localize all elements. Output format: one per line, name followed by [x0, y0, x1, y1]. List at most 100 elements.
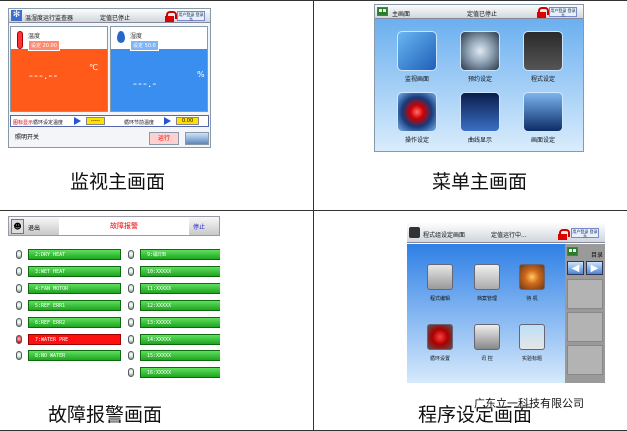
alarm-item[interactable]: 3:WET HEAT — [28, 265, 121, 277]
alarm-indicator-icon — [128, 250, 134, 259]
program-item-label[interactable]: 程式编辑 — [420, 295, 460, 302]
alarm-indicator-icon — [16, 266, 22, 276]
user-login-button[interactable]: 用户登录 登录无 — [177, 11, 205, 21]
temperature-panel: 温度 设定 20.00 ---.-- ℃ — [10, 26, 108, 112]
monitor-status: 定值已停止 — [100, 15, 131, 22]
cycle-hum-value[interactable]: 0.00 — [176, 117, 200, 125]
alarm-indicator-icon — [16, 300, 22, 310]
home-flag-icon — [377, 7, 388, 16]
light-switch-button[interactable]: 照明开关 — [11, 132, 43, 145]
alarm-item[interactable]: 14:XXXXX — [140, 333, 220, 345]
stop-label[interactable]: 停止 — [193, 222, 205, 231]
alarm-indicator-icon — [128, 266, 134, 276]
side-slot — [567, 279, 603, 309]
menu-screen: 主画面 定值已停止 用户登录 登录无 监视画面 预约设定 程式设定操作设定 曲线显示画… — [374, 4, 584, 152]
cycle-temp-value[interactable]: ----- — [86, 117, 106, 125]
alarm-item[interactable]: 10:XXXXX — [140, 265, 220, 277]
arrow-left-button[interactable]: ◀ — [567, 261, 584, 275]
program-icon[interactable] — [523, 31, 563, 71]
alarm-item[interactable]: 13:XXXXX — [140, 316, 220, 328]
droplet-icon — [117, 31, 125, 43]
folder-icon[interactable] — [474, 264, 500, 290]
clock-icon[interactable] — [460, 31, 500, 71]
menu-item-label[interactable]: 曲线显示 — [450, 135, 510, 144]
program-item-label[interactable]: 档案管理 — [467, 295, 507, 302]
cycle-icon[interactable] — [427, 324, 453, 350]
menu-item-label[interactable]: 程式设定 — [513, 74, 573, 83]
alarm-item[interactable]: 7:WATER PRE — [28, 333, 121, 345]
alarm-indicator-icon — [128, 351, 134, 361]
menu-item-label[interactable]: 预约设定 — [450, 74, 510, 83]
program-title: 程式组设定画面 — [423, 232, 466, 239]
exit-screen-button[interactable] — [185, 132, 209, 145]
program-item-label[interactable]: 待 机 — [512, 295, 552, 302]
temperature-setpoint[interactable]: 设定 20.00 — [28, 40, 60, 51]
home-flag-icon[interactable] — [567, 247, 578, 256]
control-icon[interactable] — [474, 324, 500, 350]
alarm-item[interactable]: 6:REF ERR2 — [28, 316, 121, 328]
alarm-item[interactable]: 11:XXXXX — [140, 282, 220, 294]
menu-item-label[interactable]: 监视画面 — [387, 74, 447, 83]
humidity-setpoint[interactable]: 设定 50.0 — [130, 40, 159, 51]
alarm-item[interactable]: 16:XXXXX — [140, 367, 220, 379]
humidity-value: ---.- — [133, 77, 158, 90]
alarm-item[interactable]: 5:REF ERR1 — [28, 299, 121, 311]
arrow-right-icon — [74, 117, 81, 125]
side-slot — [567, 345, 603, 375]
joystick-icon[interactable] — [397, 92, 437, 132]
menu-item-label[interactable]: 画面设定 — [513, 135, 573, 144]
user-login-button[interactable]: 用户登录 登录无 — [549, 7, 577, 17]
standby-icon[interactable] — [519, 264, 545, 290]
back-icon[interactable]: ☻ — [11, 219, 24, 234]
menu-status: 定值已停止 — [467, 11, 498, 18]
program-screen: 程式组设定画面 定值运行中... 用户登录 登录无 目录 ◀ ▶ 程式编辑 档案管… — [407, 223, 605, 383]
divider-vertical — [313, 0, 314, 431]
caption-menu: 菜单主画面 — [432, 171, 528, 193]
side-label: 目录 — [591, 252, 604, 259]
temperature-value: ---.-- — [29, 69, 59, 82]
alarm-item[interactable]: 2:DRY HEAT — [28, 249, 121, 260]
arrow-right-button[interactable]: ▶ — [586, 261, 603, 275]
lock-icon[interactable] — [165, 11, 177, 22]
watermark-text: 广东立一科技有限公司 — [474, 397, 584, 410]
lock-icon[interactable] — [537, 7, 549, 18]
alarm-item[interactable]: 8:NO WATER — [28, 350, 121, 362]
alarm-item[interactable]: 12:XXXXX — [140, 299, 220, 311]
alarm-indicator-icon — [16, 283, 22, 293]
user-login-button[interactable]: 用户登录 登录无 — [571, 228, 599, 238]
alarm-indicator-icon — [128, 334, 134, 344]
monitor-title-bar: ✻ 温湿度运行监查器 定值已停止 用户登录 登录无 — [9, 9, 210, 23]
program-item-label[interactable]: 循环设置 — [420, 355, 460, 362]
curve-icon[interactable] — [460, 92, 500, 132]
side-slot — [567, 312, 603, 342]
temperature-label: 温度 — [28, 33, 41, 40]
alarm-indicator-icon — [128, 317, 134, 327]
edit-icon[interactable] — [427, 264, 453, 290]
program-item-label[interactable]: 讯 控 — [467, 355, 507, 362]
alarm-indicator-icon — [128, 368, 134, 378]
divider-horizontal — [0, 210, 627, 211]
monitor-title: 温湿度运行监查器 — [25, 15, 74, 22]
alarm-item[interactable]: 15:XXXXX — [140, 350, 220, 362]
menu-item-label[interactable]: 操作设定 — [387, 135, 447, 144]
lock-icon[interactable] — [558, 229, 570, 240]
alarm-indicator-icon — [16, 317, 22, 327]
alarm-item[interactable]: 4:FAN MOTOR — [28, 282, 121, 294]
cycle-info-bar: 图标显示 循环设定温度 ----- 循环节前温度 0.00 — [10, 115, 209, 127]
screen-icon[interactable] — [523, 92, 563, 132]
monitor-icon[interactable] — [397, 31, 437, 71]
menu-title-bar: 主画面 定值已停止 用户登录 登录无 — [375, 5, 583, 19]
back-label[interactable]: 退出 — [28, 223, 40, 232]
alarm-indicator-icon — [16, 250, 22, 259]
program-item-label[interactable]: 实验标题 — [512, 355, 552, 362]
alarm-screen: ☻ 退出 故障报警 停止 2:DRY HEAT 3:WET HEAT 4:FAN M… — [8, 216, 220, 381]
chart-icon[interactable] — [519, 324, 545, 350]
humidity-label: 湿度 — [130, 33, 143, 40]
humidity-unit: % — [197, 70, 205, 79]
run-button[interactable]: 运行 — [149, 132, 179, 145]
alarm-item[interactable]: 9:磁印B — [140, 249, 220, 260]
cycle-hum-label: 循环节前温度 — [124, 120, 155, 126]
monitor-screen: ✻ 温湿度运行监查器 定值已停止 用户登录 登录无 温度 设定 20.00 --… — [8, 8, 211, 148]
program-side-panel: 目录 ◀ ▶ — [565, 244, 605, 383]
alarm-indicator-icon — [128, 283, 134, 293]
